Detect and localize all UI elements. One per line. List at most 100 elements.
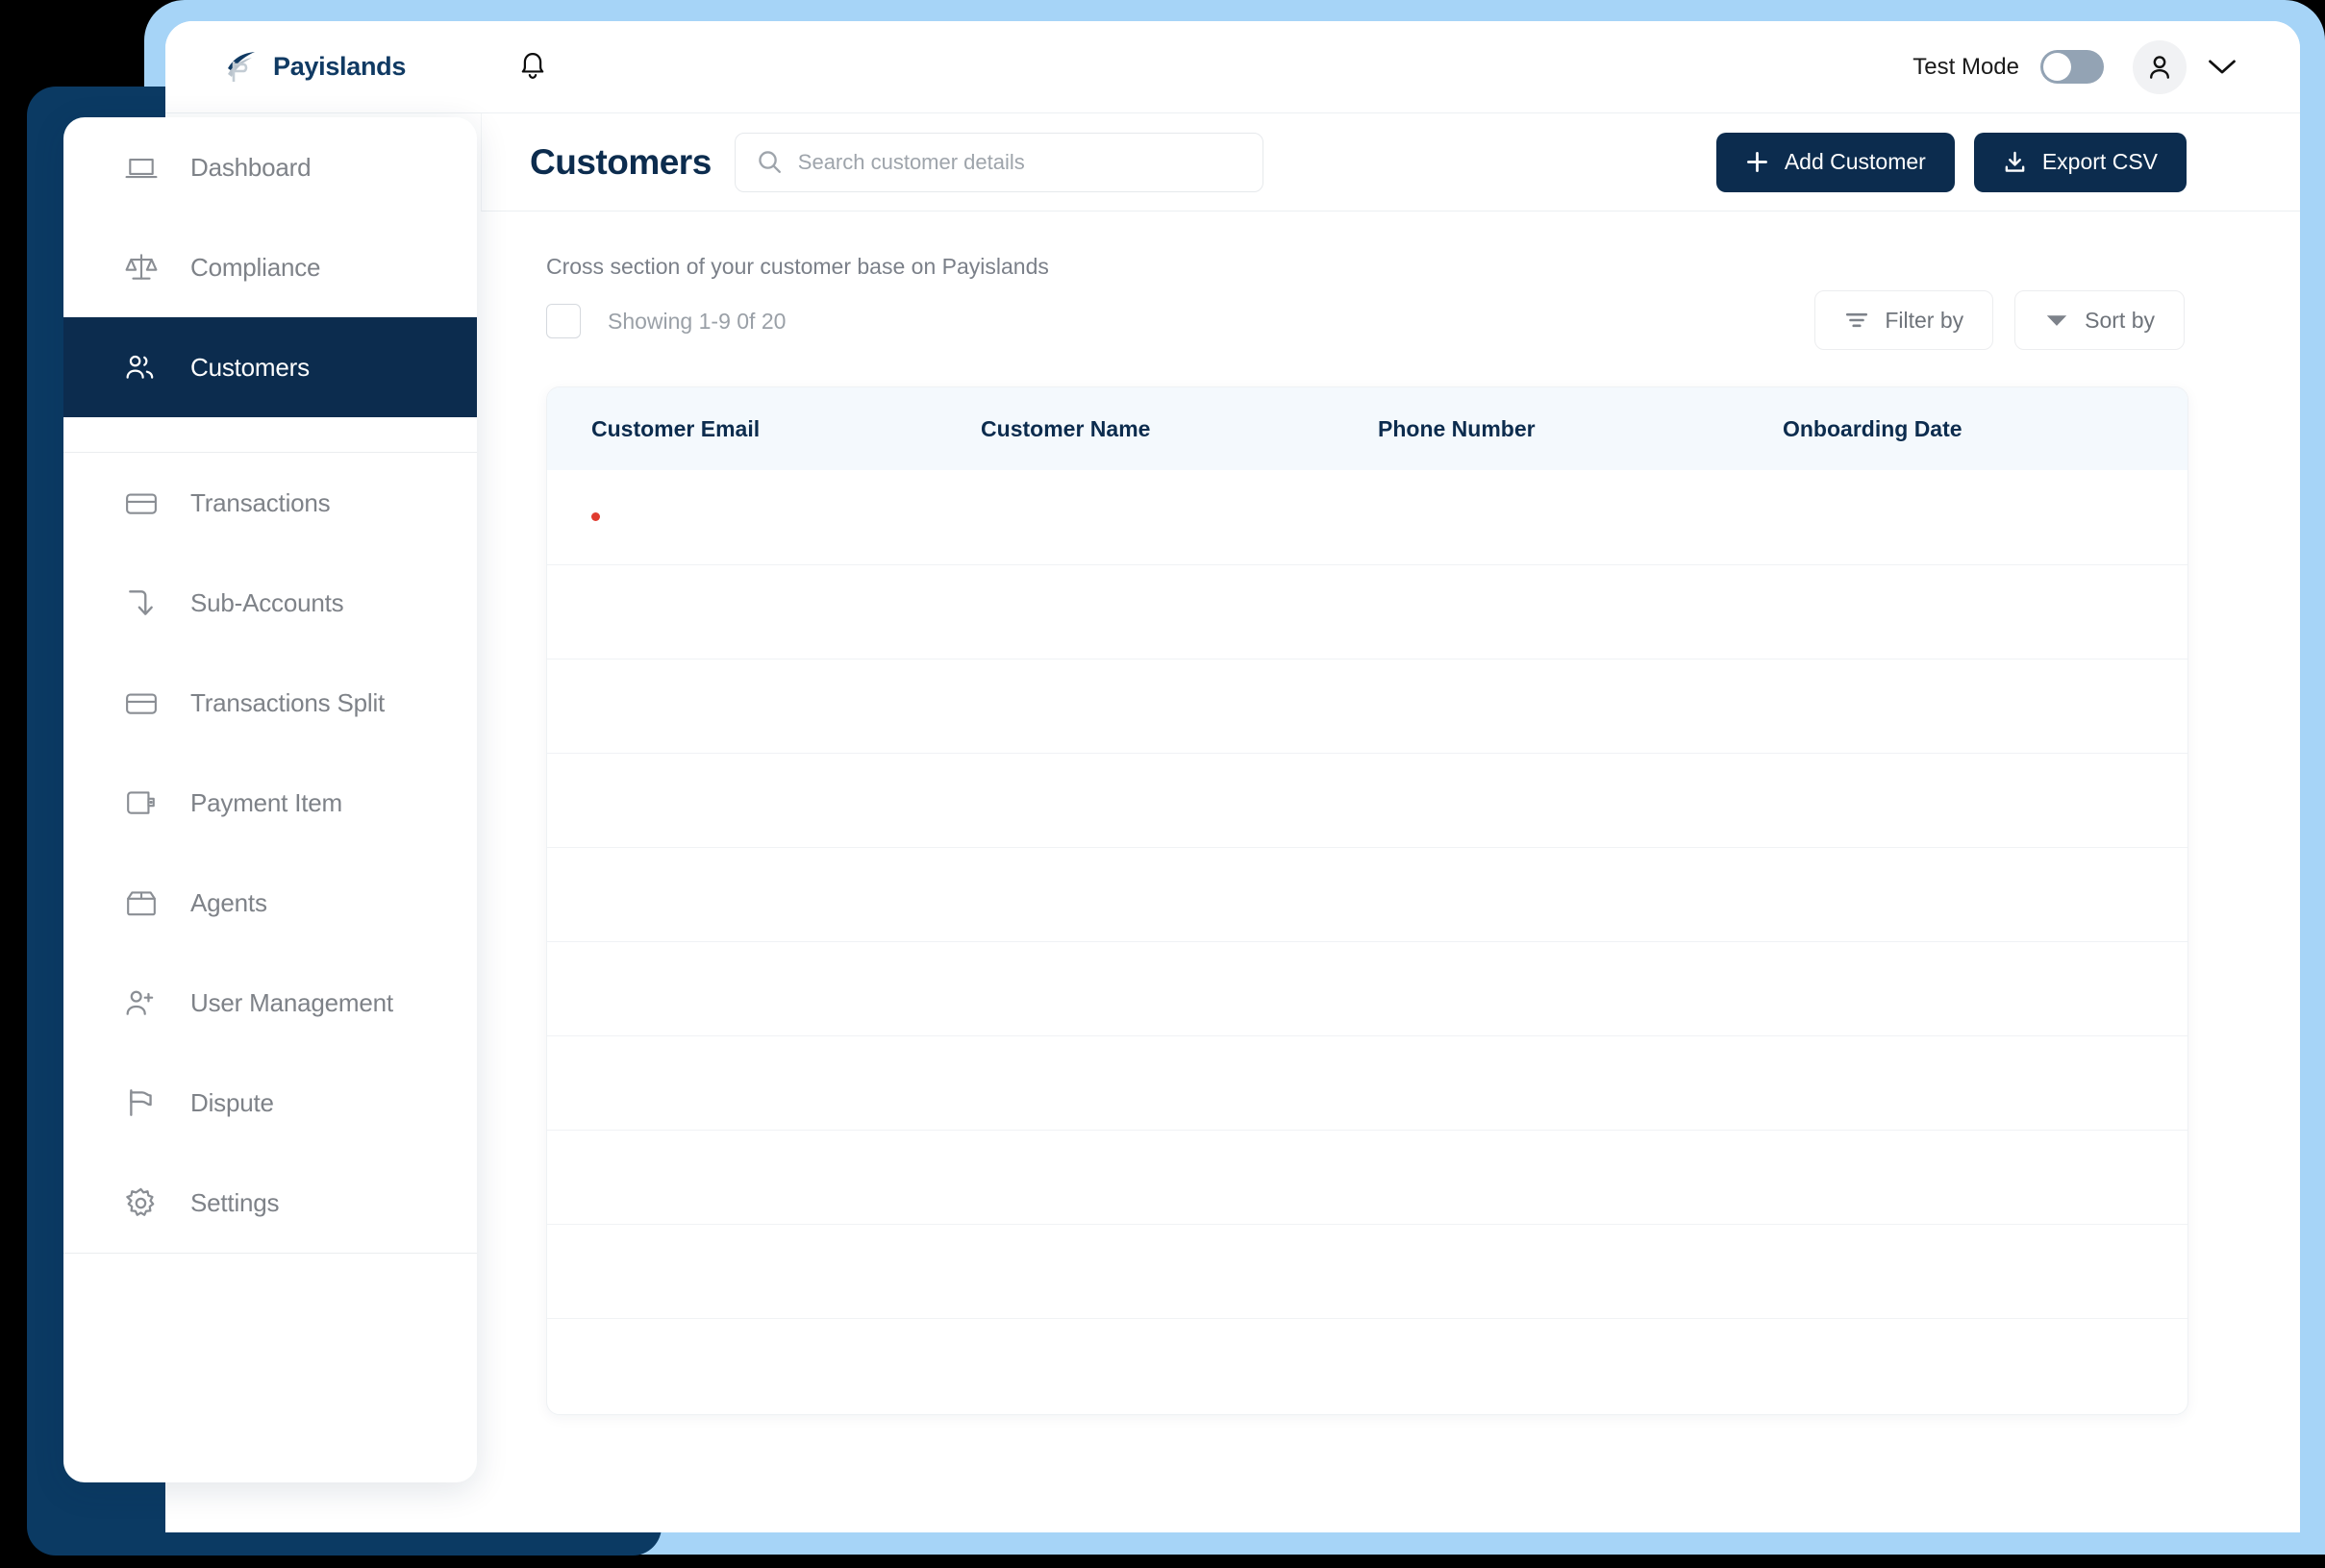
scales-icon (123, 249, 160, 286)
filter-by-button[interactable]: Filter by (1814, 290, 1993, 350)
topbar-right: Test Mode (1912, 40, 2237, 94)
sidebar-item-dashboard[interactable]: Dashboard (63, 117, 477, 217)
chevron-down-icon[interactable] (2208, 58, 2237, 76)
sidebar-item-label: Agents (190, 888, 267, 918)
table-row[interactable] (547, 659, 2188, 753)
table-row[interactable] (547, 847, 2188, 941)
cell-onboarding-date (1783, 753, 2188, 847)
add-customer-button[interactable]: Add Customer (1716, 133, 1955, 192)
avatar[interactable] (2133, 40, 2187, 94)
cell-customer-name (981, 564, 1378, 659)
sidebar-item-settings[interactable]: Settings (63, 1153, 477, 1253)
topbar: Payislands Test Mode (165, 21, 2300, 113)
column-header-customer-name[interactable]: Customer Name (981, 387, 1378, 470)
user-icon (2144, 52, 2175, 83)
notifications-button[interactable] (512, 46, 554, 88)
column-header-customer-email[interactable]: Customer Email (547, 387, 981, 470)
brand-name: Payislands (273, 52, 406, 82)
cell-customer-name (981, 941, 1378, 1035)
page-header: Customers Add Customer (481, 113, 2300, 212)
sidebar-item-label: Dashboard (190, 153, 311, 183)
account-menu[interactable] (2133, 40, 2237, 94)
cell-customer-email (547, 1318, 981, 1412)
add-customer-label: Add Customer (1785, 149, 1926, 175)
table-row[interactable] (547, 470, 2188, 564)
sidebar-item-transactions[interactable]: Transactions (63, 453, 477, 553)
sidebar-item-user-management[interactable]: User Management (63, 953, 477, 1053)
export-csv-label: Export CSV (2042, 149, 2158, 175)
sidebar-item-sub-accounts[interactable]: Sub-Accounts (63, 553, 477, 653)
sidebar-item-payment-item[interactable]: Payment Item (63, 753, 477, 853)
cell-phone-number (1378, 1318, 1783, 1412)
wallet-icon (123, 784, 160, 821)
table-row[interactable] (547, 1224, 2188, 1318)
credit-card-icon (123, 485, 160, 521)
header-actions: Add Customer Export CSV (1716, 133, 2187, 192)
sidebar-item-agents[interactable]: Agents (63, 853, 477, 953)
cell-customer-name (981, 847, 1378, 941)
sidebar: Dashboard Compliance Customers Transactions… (63, 117, 477, 1482)
cell-customer-name (981, 753, 1378, 847)
gear-icon (123, 1184, 160, 1221)
sort-by-label: Sort by (2085, 308, 2155, 334)
table-row[interactable] (547, 1318, 2188, 1412)
app-window: Payislands Test Mode (165, 21, 2300, 1532)
column-header-onboarding-date[interactable]: Onboarding Date (1783, 387, 2188, 470)
table-head: Customer Email Customer Name Phone Numbe… (547, 387, 2188, 470)
cell-phone-number (1378, 1224, 1783, 1318)
user-plus-icon (123, 984, 160, 1021)
sidebar-item-compliance[interactable]: Compliance (63, 217, 477, 317)
cell-phone-number (1378, 941, 1783, 1035)
cell-onboarding-date (1783, 659, 2188, 753)
search-box[interactable] (735, 133, 1263, 192)
brand-logo[interactable]: Payislands (223, 49, 406, 86)
sidebar-item-dispute[interactable]: Dispute (63, 1053, 477, 1153)
cell-onboarding-date (1783, 847, 2188, 941)
cell-onboarding-date (1783, 564, 2188, 659)
customers-table: Customer Email Customer Name Phone Numbe… (547, 387, 2188, 1412)
sidebar-item-label: Compliance (190, 253, 320, 283)
plus-icon (1745, 150, 1769, 174)
cell-customer-name (981, 470, 1378, 564)
cell-onboarding-date (1783, 1035, 2188, 1130)
test-mode-control[interactable]: Test Mode (1912, 50, 2104, 84)
cell-customer-name (981, 659, 1378, 753)
cell-phone-number (1378, 564, 1783, 659)
main-content: Cross section of your customer base on P… (481, 212, 2300, 1532)
bell-icon (517, 51, 548, 84)
select-all-checkbox[interactable] (546, 304, 581, 338)
download-icon (2003, 150, 2027, 174)
page-title: Customers (530, 142, 712, 183)
cell-customer-email (547, 1035, 981, 1130)
sort-by-button[interactable]: Sort by (2014, 290, 2185, 350)
cell-onboarding-date (1783, 1318, 2188, 1412)
table-header-row: Customer Email Customer Name Phone Numbe… (547, 387, 2188, 470)
table-row[interactable] (547, 1130, 2188, 1224)
cell-phone-number (1378, 847, 1783, 941)
table-row[interactable] (547, 1035, 2188, 1130)
cell-customer-email (547, 847, 981, 941)
sidebar-footer-divider (63, 1253, 477, 1254)
cell-phone-number (1378, 470, 1783, 564)
sidebar-item-label: Customers (190, 353, 310, 383)
table-row[interactable] (547, 941, 2188, 1035)
sidebar-item-customers[interactable]: Customers (63, 317, 477, 417)
cell-phone-number (1378, 1035, 1783, 1130)
sidebar-item-transactions-split[interactable]: Transactions Split (63, 653, 477, 753)
credit-card-icon (123, 684, 160, 721)
cell-onboarding-date (1783, 1224, 2188, 1318)
sidebar-item-label: Dispute (190, 1088, 274, 1118)
search-input[interactable] (798, 150, 1212, 175)
table-body (547, 470, 2188, 1412)
export-csv-button[interactable]: Export CSV (1974, 133, 2187, 192)
flag-icon (123, 1084, 160, 1121)
sidebar-item-label: User Management (190, 988, 393, 1018)
table-row[interactable] (547, 564, 2188, 659)
table-row[interactable] (547, 753, 2188, 847)
column-header-phone-number[interactable]: Phone Number (1378, 387, 1783, 470)
sidebar-item-label: Transactions (190, 488, 330, 518)
test-mode-toggle[interactable] (2040, 50, 2104, 84)
payislands-logo-icon (223, 49, 260, 86)
sidebar-item-label: Payment Item (190, 788, 342, 818)
cell-onboarding-date (1783, 941, 2188, 1035)
